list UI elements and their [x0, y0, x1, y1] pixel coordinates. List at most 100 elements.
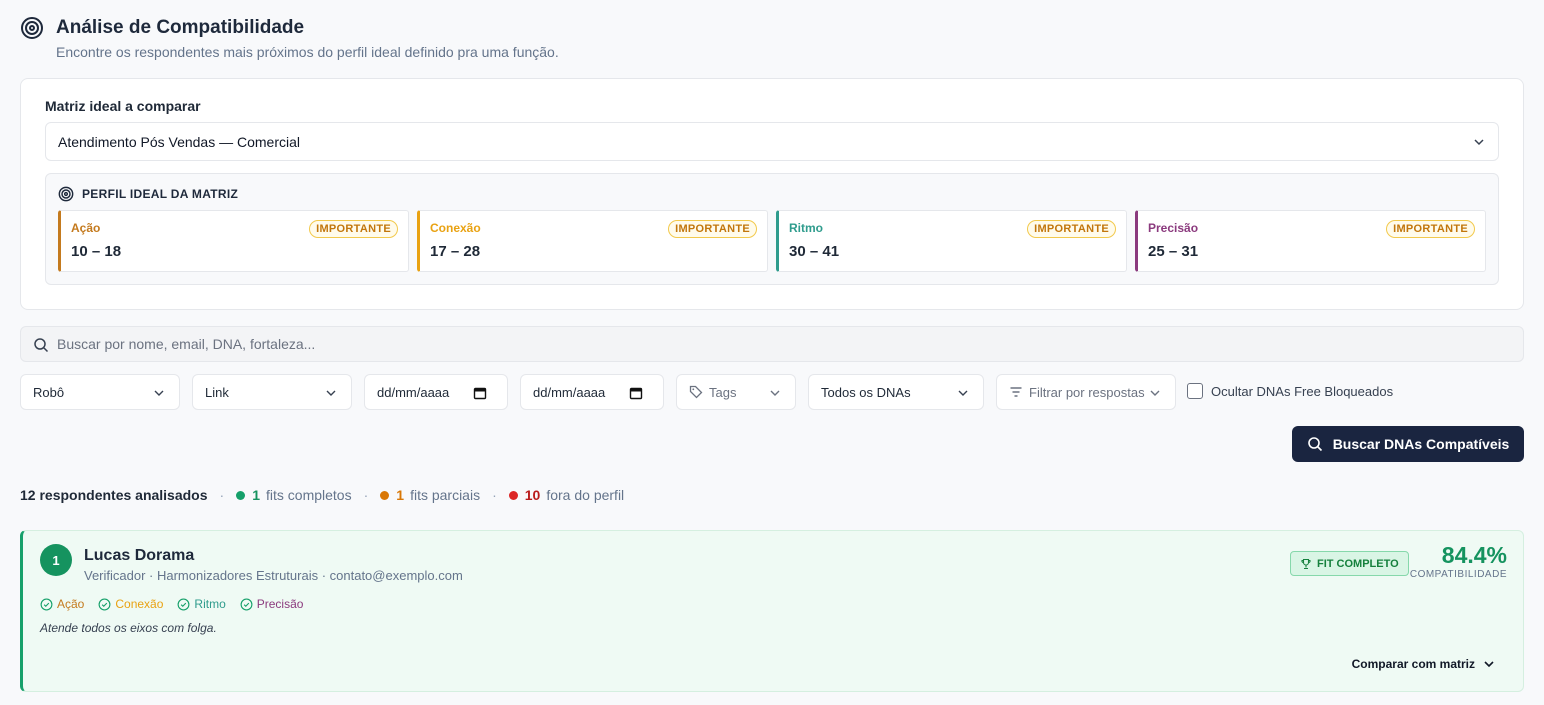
matrix-card: Matriz ideal a comparar Atendimento Pós …: [20, 78, 1524, 310]
compatibility-score: 84.4% COMPATIBILIDADE: [1410, 541, 1507, 580]
result-card[interactable]: 1 Lucas Dorama Verificador · Harmonizado…: [20, 530, 1524, 692]
calendar-icon[interactable]: [629, 386, 643, 400]
search-icon: [34, 338, 49, 353]
axis-row: Ação IMPORTANTE 10 – 18 Conexão IMPORTAN…: [58, 210, 1486, 272]
target-icon: [58, 186, 74, 202]
filter-icon: [1010, 387, 1022, 397]
date-from-field[interactable]: dd/mm/aaaa: [364, 374, 508, 410]
axis-match-label: Ação: [57, 597, 85, 611]
responses-filter-label: Filtrar por respostas: [1029, 384, 1145, 400]
tags-select-label: Tags: [709, 384, 737, 400]
trophy-icon: [1301, 558, 1311, 569]
axis-card-conexao: Conexão IMPORTANTE 17 – 28: [417, 210, 768, 272]
tag-icon: [689, 385, 703, 399]
search-compatible-label: Buscar DNAs Compatíveis: [1332, 436, 1510, 452]
matrix-select-value: Atendimento Pós Vendas — Comercial: [58, 133, 301, 150]
full-fit-count: 1: [252, 487, 260, 503]
axis-name: Ação: [71, 221, 101, 235]
partial-fit-count: 1: [396, 487, 405, 503]
check-circle-icon: [40, 598, 53, 610]
compare-label: Comparar com matriz: [1351, 657, 1475, 671]
axis-card-acao: Ação IMPORTANTE 10 – 18: [58, 210, 409, 272]
dnas-select[interactable]: Todos os DNAs: [808, 374, 984, 410]
hide-free-checkbox[interactable]: [1187, 383, 1203, 399]
score-label: COMPATIBILIDADE: [1409, 569, 1507, 580]
separator: ·: [492, 487, 497, 503]
out-dot: [508, 490, 518, 500]
axis-match-acao: Ação: [40, 597, 84, 611]
date-from-value: dd/mm/aaaa: [377, 384, 450, 400]
axis-match-label: Precisão: [256, 597, 304, 611]
chevron-down-icon: [154, 390, 164, 396]
axis-match-ritmo: Ritmo: [177, 597, 226, 611]
search-compatible-button[interactable]: Buscar DNAs Compatíveis: [1292, 426, 1524, 462]
axis-match-precisao: Precisão: [240, 597, 304, 611]
result-note: Atende todos os eixos com folga.: [40, 621, 217, 635]
out-label: fora do perfil: [546, 487, 625, 503]
partial-fit-label: fits parciais: [410, 487, 481, 503]
hide-free-label: Ocultar DNAs Free Bloqueados: [1211, 383, 1394, 399]
profile-title-text: PERFIL IDEAL DA MATRIZ: [82, 187, 239, 201]
axis-range: 17 – 28: [430, 243, 481, 260]
page-title: Análise de Compatibilidade: [56, 17, 305, 38]
axis-match-conexao: Conexão: [98, 597, 163, 611]
search-input[interactable]: [57, 327, 1497, 361]
partial-fit-dot: [380, 490, 390, 500]
axis-match-label: Conexão: [115, 597, 164, 611]
axis-card-precisao: Precisão IMPORTANTE 25 – 31: [1135, 210, 1486, 272]
robo-select-value: Robô: [33, 384, 65, 400]
check-circle-icon: [177, 598, 190, 610]
chevron-down-icon: [1150, 390, 1160, 396]
axis-name: Ritmo: [789, 221, 823, 235]
matrix-label: Matriz ideal a comparar: [45, 98, 201, 114]
search-icon: [1307, 437, 1322, 452]
chevron-down-icon: [1484, 661, 1494, 668]
check-circle-icon: [240, 598, 253, 610]
full-fit-dot: [236, 490, 246, 500]
hide-free-toggle[interactable]: Ocultar DNAs Free Bloqueados: [1187, 383, 1393, 399]
robo-select[interactable]: Robô: [20, 374, 180, 410]
separator: ·: [363, 487, 369, 503]
axis-match-label: Ritmo: [194, 597, 226, 611]
importance-badge: IMPORTANTE: [1386, 220, 1475, 238]
fit-badge-label: FIT COMPLETO: [1317, 557, 1399, 570]
matrix-select[interactable]: Atendimento Pós Vendas — Comercial: [45, 122, 1499, 161]
importance-badge: IMPORTANTE: [668, 220, 757, 238]
chevron-down-icon: [958, 390, 968, 396]
profile-title: PERFIL IDEAL DA MATRIZ: [58, 186, 238, 202]
score-value: 84.4%: [1441, 542, 1507, 568]
full-fit-label: fits completos: [266, 487, 352, 503]
calendar-icon[interactable]: [473, 386, 487, 400]
link-select[interactable]: Link: [192, 374, 352, 410]
tags-select[interactable]: Tags: [676, 374, 796, 410]
date-to-field[interactable]: dd/mm/aaaa: [520, 374, 664, 410]
axis-range: 25 – 31: [1148, 243, 1199, 260]
compare-with-matrix-button[interactable]: Comparar com matriz: [1352, 657, 1495, 671]
check-circle-icon: [98, 598, 111, 610]
ideal-profile-panel: PERFIL IDEAL DA MATRIZ Ação IMPORTANTE 1…: [45, 173, 1499, 285]
page-subtitle: Encontre os respondentes mais próximos d…: [56, 44, 559, 60]
rank-badge: 1: [40, 544, 72, 576]
axis-matches: Ação Conexão Ritmo Precisão: [40, 597, 303, 611]
respondent-name: Lucas Dorama: [84, 547, 195, 564]
out-count: 10: [524, 487, 541, 503]
importance-badge: IMPORTANTE: [309, 220, 398, 238]
fit-badge: FIT COMPLETO: [1290, 551, 1409, 576]
axis-range: 30 – 41: [789, 243, 840, 260]
target-icon: [21, 17, 43, 39]
axis-card-ritmo: Ritmo IMPORTANTE 30 – 41: [776, 210, 1127, 272]
dnas-select-value: Todos os DNAs: [821, 384, 911, 400]
link-select-value: Link: [205, 384, 229, 400]
separator: ·: [219, 487, 225, 503]
date-to-value: dd/mm/aaaa: [533, 384, 606, 400]
responses-filter[interactable]: Filtrar por respostas: [996, 374, 1176, 410]
search-bar: [20, 326, 1524, 362]
chevron-down-icon: [770, 390, 780, 396]
axis-name: Conexão: [430, 221, 481, 235]
chevron-down-icon: [1474, 139, 1484, 146]
results-summary: 12 respondentes analisados · 1 fits comp…: [20, 487, 624, 503]
respondent-meta: Verificador · Harmonizadores Estruturais…: [84, 568, 463, 583]
axis-name: Precisão: [1148, 221, 1199, 235]
importance-badge: IMPORTANTE: [1027, 220, 1116, 238]
axis-range: 10 – 18: [71, 243, 122, 260]
